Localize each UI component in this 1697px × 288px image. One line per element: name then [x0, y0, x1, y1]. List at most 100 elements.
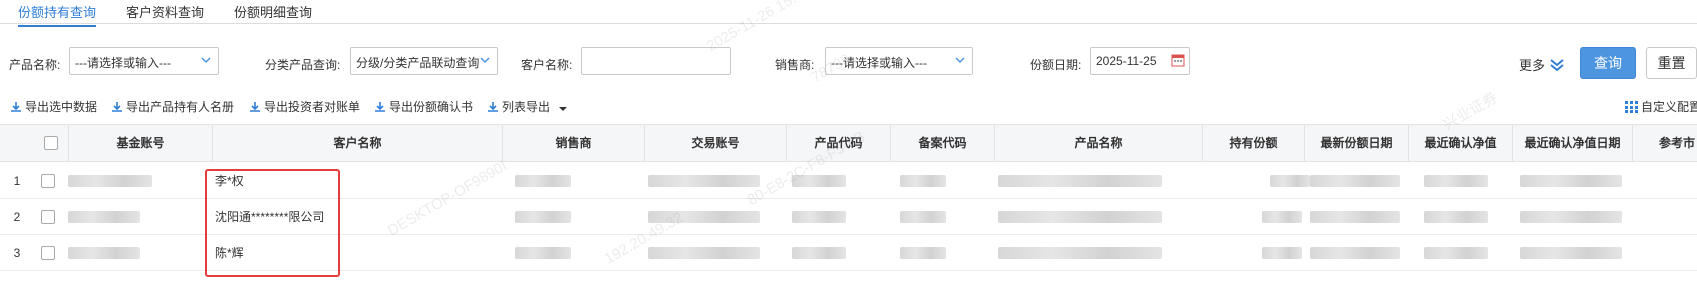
col-seller[interactable]: 销售商: [502, 125, 644, 161]
date-value: 2025-11-25: [1096, 54, 1157, 68]
download-icon: [375, 102, 385, 112]
custom-config-button[interactable]: 自定义配置: [1625, 98, 1697, 115]
table-header: 基金账号 客户名称 销售商 交易账号 产品代码 备案代码 产品名称 持有份额 最…: [0, 124, 1697, 162]
row-checkbox[interactable]: [41, 210, 55, 224]
more-filters-toggle[interactable]: 更多: [1519, 55, 1565, 74]
col-product-name[interactable]: 产品名称: [994, 125, 1202, 161]
category-label: 分类产品查询:: [265, 58, 341, 72]
blurred-cell: [648, 211, 760, 223]
col-holding-shares[interactable]: 持有份额: [1202, 125, 1304, 161]
customer-label: 客户名称:: [521, 58, 573, 72]
blurred-cell: [1520, 247, 1622, 259]
tab-detail-query[interactable]: 份额明细查询: [234, 2, 312, 21]
chevron-down-icon: [955, 57, 965, 64]
seller-label: 销售商:: [775, 58, 815, 72]
col-latest-share-date[interactable]: 最新份额日期: [1304, 125, 1408, 161]
product-label: 产品名称:: [9, 58, 61, 72]
blurred-cell: [792, 247, 846, 259]
blurred-cell: [68, 175, 152, 187]
grid-icon: [1625, 101, 1638, 113]
export-selected-button[interactable]: 导出选中数据: [10, 98, 97, 115]
chevron-down-icon: [480, 57, 490, 64]
blurred-cell: [515, 247, 571, 259]
tab-holding-query[interactable]: 份额持有查询: [18, 2, 97, 27]
col-trade-account[interactable]: 交易账号: [644, 125, 786, 161]
blurred-cell: [1520, 175, 1622, 187]
filter-bar: 产品名称: ---请选择或输入--- 分类产品查询: 分级/分类产品联动查询 客…: [0, 47, 1697, 79]
download-icon: [488, 102, 498, 112]
col-latest-nav-date[interactable]: 最近确认净值日期: [1512, 125, 1632, 161]
col-product-code[interactable]: 产品代码: [786, 125, 890, 161]
blurred-cell: [515, 175, 571, 187]
col-customer-name[interactable]: 客户名称: [212, 125, 502, 161]
blurred-cell: [998, 247, 1162, 259]
blurred-cell: [1310, 211, 1400, 223]
double-chevron-down-icon: [1550, 59, 1564, 72]
seller-select[interactable]: ---请选择或输入---: [825, 47, 973, 75]
blurred-cell: [1424, 211, 1488, 223]
blurred-cell: [792, 211, 846, 223]
download-icon: [112, 102, 122, 112]
blurred-cell: [900, 175, 946, 187]
export-statement-button[interactable]: 导出投资者对账单: [249, 98, 360, 115]
more-label: 更多: [1519, 58, 1546, 73]
product-select-text: ---请选择或输入---: [75, 56, 171, 70]
row-number: 1: [13, 174, 21, 188]
blurred-cell: [1262, 211, 1302, 223]
category-select[interactable]: 分级/分类产品联动查询: [350, 47, 498, 75]
blurred-cell: [648, 247, 760, 259]
blurred-cell: [900, 247, 946, 259]
date-label: 份额日期:: [1030, 58, 1082, 72]
blurred-cell: [515, 211, 571, 223]
export-list-button[interactable]: 列表导出: [487, 98, 571, 115]
export-statement-label: 导出投资者对账单: [264, 100, 361, 114]
tab-bar: 份额持有查询 客户资料查询 份额明细查询: [0, 0, 1697, 27]
blurred-cell: [900, 211, 946, 223]
export-selected-label: 导出选中数据: [25, 100, 98, 114]
blurred-cell: [68, 247, 140, 259]
blurred-cell: [1424, 247, 1488, 259]
blurred-cell: [1310, 247, 1400, 259]
row-checkbox[interactable]: [41, 174, 55, 188]
export-toolbar: 导出选中数据 导出产品持有人名册 导出投资者对账单 导出份额确认书 列表导出 自…: [0, 98, 1697, 116]
blurred-cell: [792, 175, 846, 187]
blurred-cell: [1310, 175, 1400, 187]
calendar-icon[interactable]: [1171, 53, 1185, 67]
blurred-cell: [1520, 211, 1622, 223]
reset-button[interactable]: 重置: [1646, 47, 1697, 79]
seller-select-text: ---请选择或输入---: [831, 56, 927, 70]
select-all-cell: [34, 125, 68, 161]
col-filing-code[interactable]: 备案代码: [890, 125, 994, 161]
blurred-cell: [648, 175, 760, 187]
col-reference-value[interactable]: 参考市: [1632, 125, 1697, 161]
blurred-cell: [1262, 247, 1302, 259]
export-confirm-button[interactable]: 导出份额确认书: [374, 98, 473, 115]
caret-down-icon: [559, 107, 568, 111]
blurred-cell: [1424, 175, 1488, 187]
chevron-down-icon: [201, 57, 211, 64]
row-number: 2: [13, 210, 21, 224]
blurred-cell: [68, 211, 140, 223]
row-number: 3: [13, 246, 21, 260]
export-holders-label: 导出产品持有人名册: [126, 100, 235, 114]
date-input[interactable]: 2025-11-25: [1090, 47, 1190, 75]
blurred-cell: [998, 175, 1162, 187]
select-all-checkbox[interactable]: [44, 136, 58, 150]
category-select-text: 分级/分类产品联动查询: [356, 56, 480, 70]
customer-name-highlight: [205, 169, 340, 277]
download-icon: [250, 102, 260, 112]
custom-config-label: 自定义配置: [1641, 100, 1697, 114]
row-checkbox[interactable]: [41, 246, 55, 260]
customer-input[interactable]: [581, 47, 731, 75]
col-latest-nav[interactable]: 最近确认净值: [1408, 125, 1512, 161]
blurred-cell: [1270, 175, 1310, 187]
download-icon: [11, 102, 21, 112]
col-fund-account[interactable]: 基金账号: [68, 125, 212, 161]
export-list-label: 列表导出: [502, 100, 551, 114]
query-button[interactable]: 查询: [1580, 47, 1636, 79]
export-holders-button[interactable]: 导出产品持有人名册: [111, 98, 234, 115]
export-confirm-label: 导出份额确认书: [389, 100, 474, 114]
tab-customer-query[interactable]: 客户资料查询: [126, 2, 204, 21]
blurred-cell: [998, 211, 1162, 223]
product-select[interactable]: ---请选择或输入---: [69, 47, 219, 75]
